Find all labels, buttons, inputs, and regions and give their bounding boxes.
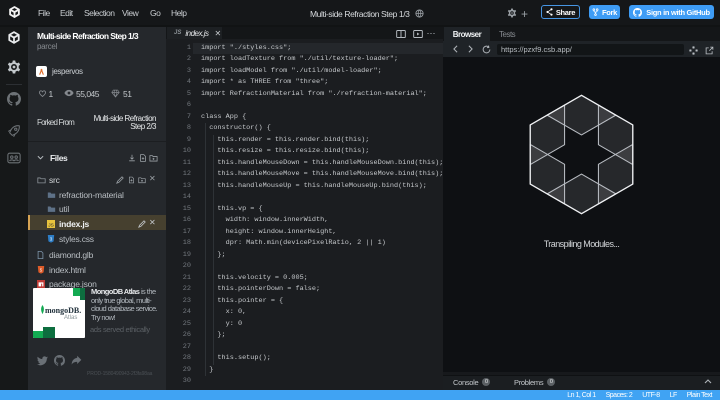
svg-text:Transpiling Modules...: Transpiling Modules... — [544, 239, 620, 249]
svg-text:JS: JS — [48, 222, 54, 228]
